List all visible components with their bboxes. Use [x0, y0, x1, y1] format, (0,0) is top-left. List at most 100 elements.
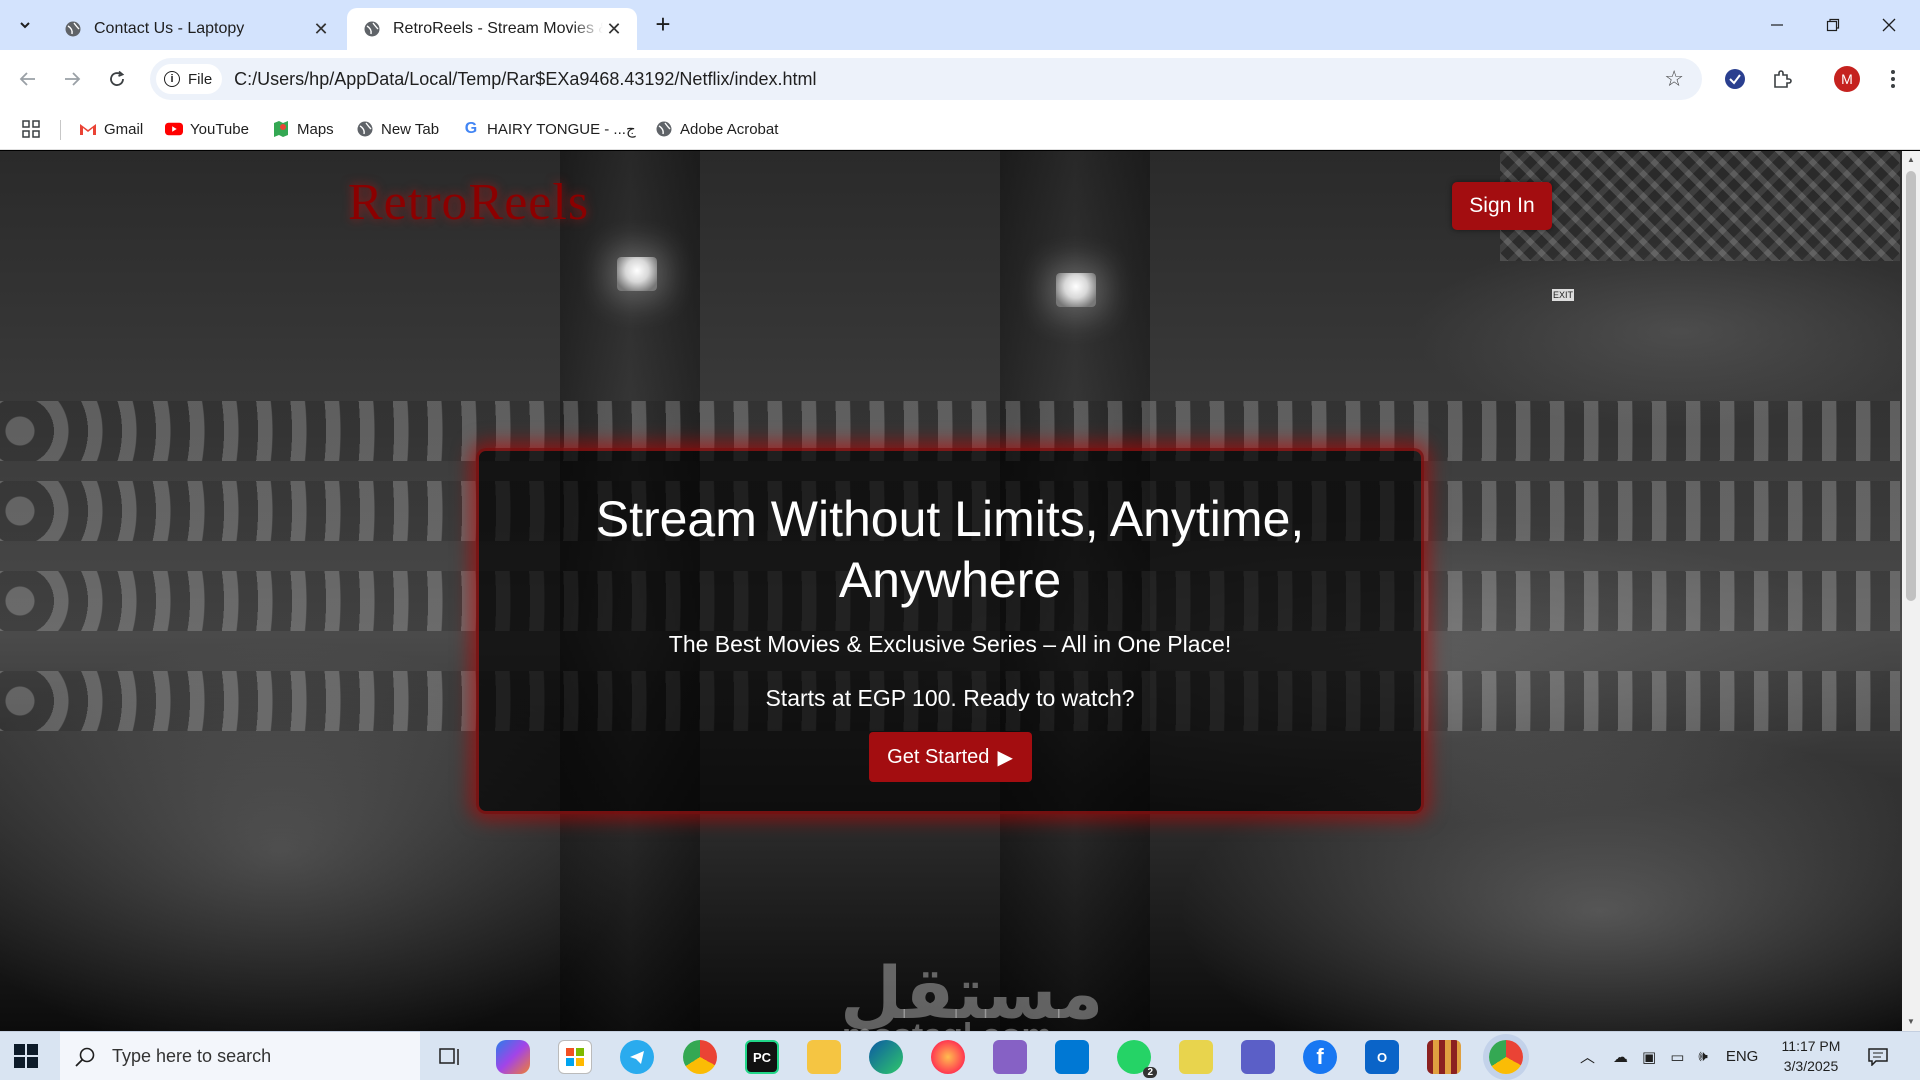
onedrive-icon[interactable]: ☁: [1613, 1048, 1628, 1066]
globe-icon: [655, 120, 673, 138]
language-indicator[interactable]: ENG: [1726, 1048, 1759, 1065]
address-bar[interactable]: i File C:/Users/hp/AppData/Local/Temp/Ra…: [150, 58, 1702, 100]
chrome-profile-icon[interactable]: [1489, 1040, 1523, 1074]
chrome-icon[interactable]: [683, 1040, 717, 1074]
url-text[interactable]: C:/Users/hp/AppData/Local/Temp/Rar$EXa94…: [234, 69, 816, 90]
tab-strip: Contact Us - Laptopy ✕ RetroReels - Stre…: [0, 0, 1920, 50]
watermark-latin: mostaql.com: [842, 1017, 1052, 1031]
bookmark-maps[interactable]: Maps: [272, 118, 334, 140]
extension-shield-button[interactable]: [1720, 64, 1750, 94]
chevron-down-icon: [20, 22, 30, 29]
bookmark-label: YouTube: [190, 120, 249, 138]
windows-start-button[interactable]: [14, 1044, 38, 1068]
bookmark-star-icon[interactable]: ☆: [1664, 66, 1684, 92]
extensions-button[interactable]: [1767, 64, 1797, 94]
microsoft-store-icon[interactable]: [558, 1040, 592, 1074]
site-logo[interactable]: RetroReels: [348, 173, 589, 232]
get-started-button[interactable]: Get Started ▶: [868, 732, 1032, 782]
globe-icon: [364, 21, 380, 37]
taskbar-search-input[interactable]: Type here to search: [60, 1032, 420, 1080]
shield-check-icon: [1725, 69, 1745, 89]
page-viewport: EXIT RetroReels Sign In Stream Without L…: [0, 151, 1920, 1031]
avatar: M: [1834, 66, 1860, 92]
tab-search-button[interactable]: [10, 10, 40, 40]
notifications-button[interactable]: [1868, 1032, 1888, 1080]
globe-icon: [65, 21, 81, 37]
file-explorer-icon[interactable]: [807, 1040, 841, 1074]
reload-button[interactable]: [101, 63, 133, 95]
close-icon[interactable]: ✕: [603, 18, 625, 40]
edge-icon[interactable]: [869, 1040, 903, 1074]
profile-button[interactable]: M: [1832, 64, 1862, 94]
copilot-icon[interactable]: [496, 1040, 530, 1074]
bookmarks-bar: Gmail YouTube Maps New Tab G HAIRY TONGU…: [0, 108, 1920, 150]
site-info-chip[interactable]: i File: [156, 64, 223, 94]
apps-grid-icon: [22, 120, 40, 138]
notification-icon: [1868, 1047, 1888, 1066]
close-icon[interactable]: ✕: [310, 18, 332, 40]
chevron-up-icon[interactable]: ︿: [1580, 1046, 1595, 1067]
new-tab-button[interactable]: +: [650, 11, 676, 38]
network-icon[interactable]: ▣: [1642, 1048, 1656, 1066]
arrow-right-icon: [65, 72, 81, 86]
browser-toolbar: i File C:/Users/hp/AppData/Local/Temp/Ra…: [0, 50, 1920, 108]
scheme-label: File: [188, 70, 213, 88]
paint-tool-icon[interactable]: [1179, 1040, 1213, 1074]
search-placeholder: Type here to search: [112, 1046, 272, 1066]
apps-button[interactable]: [22, 118, 40, 140]
taskbar-clock[interactable]: 11:17 PM 3/3/2025: [1776, 1036, 1846, 1076]
globe-icon: [356, 120, 374, 138]
scroll-thumb[interactable]: [1906, 171, 1916, 601]
gmail-icon: [79, 120, 97, 138]
menu-button[interactable]: [1878, 64, 1908, 94]
youtube-icon: [165, 120, 183, 138]
restore-button[interactable]: [1805, 0, 1861, 50]
clock-date: 3/3/2025: [1783, 1058, 1839, 1074]
forward-button[interactable]: [56, 63, 88, 95]
task-view-icon[interactable]: [433, 1040, 467, 1074]
vscode-icon[interactable]: [1055, 1040, 1089, 1074]
page-scrollbar[interactable]: ▲ ▼: [1902, 151, 1920, 1031]
bookmark-new-tab[interactable]: New Tab: [356, 118, 439, 140]
back-button[interactable]: [12, 63, 44, 95]
bookmarks-divider: [60, 120, 61, 140]
system-tray: ︿ ☁ ▣ ▭ 🕪 ENG: [1580, 1032, 1758, 1080]
volume-icon[interactable]: 🕪: [1698, 1048, 1707, 1065]
maps-icon: [272, 120, 290, 138]
tab-title: Contact Us - Laptopy: [94, 20, 245, 37]
bookmark-hairy-tongue[interactable]: G HAIRY TONGUE - ...ج: [462, 118, 636, 140]
reload-icon: [110, 70, 125, 86]
info-icon: i: [164, 71, 180, 87]
bookmark-adobe-acrobat[interactable]: Adobe Acrobat: [655, 118, 778, 140]
pycharm-icon[interactable]: PC: [745, 1040, 779, 1074]
scroll-down-icon[interactable]: ▼: [1906, 1017, 1916, 1027]
close-window-button[interactable]: [1861, 0, 1917, 50]
visual-studio-icon[interactable]: [993, 1040, 1027, 1074]
arrow-left-icon: [19, 72, 35, 86]
ceiling-ornament: [1500, 151, 1900, 261]
cta-label: Get Started: [887, 745, 990, 768]
battery-icon[interactable]: ▭: [1670, 1048, 1684, 1066]
puzzle-icon: [1774, 70, 1792, 88]
whatsapp-icon[interactable]: 2: [1117, 1040, 1157, 1078]
firefox-icon[interactable]: [931, 1040, 965, 1074]
tab-title: RetroReels - Stream Movies & Series: [393, 20, 603, 37]
hero-price-line: Starts at EGP 100. Ready to watch?: [765, 685, 1135, 711]
windows-taskbar: Type here to search PC 2 f O ︿ ☁ ▣ ▭ 🕪 E…: [0, 1031, 1920, 1080]
bookmark-youtube[interactable]: YouTube: [165, 118, 249, 140]
telegram-icon[interactable]: [620, 1040, 654, 1074]
tab-contact-us[interactable]: Contact Us - Laptopy ✕: [48, 8, 344, 50]
google-icon: G: [464, 120, 478, 137]
scroll-up-icon[interactable]: ▲: [1906, 155, 1916, 165]
tab-retroreels[interactable]: RetroReels - Stream Movies & Series ✕: [347, 8, 637, 50]
winrar-icon[interactable]: [1427, 1040, 1461, 1074]
bookmark-label: HAIRY TONGUE - ...ج: [487, 121, 636, 138]
minimize-button[interactable]: [1749, 0, 1805, 50]
teams-icon[interactable]: [1241, 1040, 1275, 1074]
bookmark-gmail[interactable]: Gmail: [79, 118, 143, 140]
outlook-icon[interactable]: O: [1365, 1040, 1399, 1074]
facebook-icon[interactable]: f: [1303, 1040, 1337, 1074]
close-icon: [1882, 18, 1896, 32]
sign-in-button[interactable]: Sign In: [1452, 182, 1552, 230]
kebab-menu-icon: [1891, 70, 1895, 88]
